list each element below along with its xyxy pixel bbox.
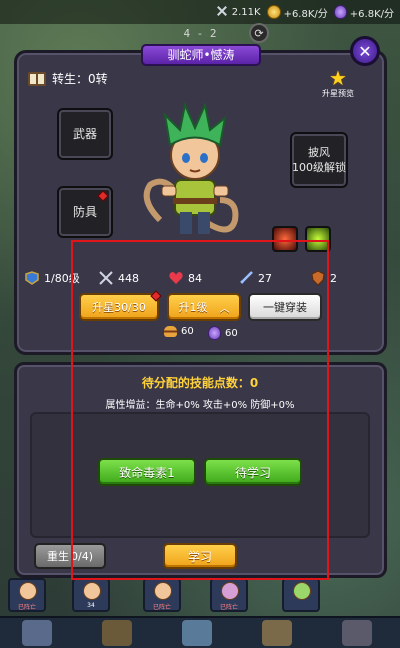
reset-count: 0/4) [71,549,93,563]
skill-points-label: 待分配的技能点数： [141,376,250,390]
hero-card[interactable]: 已阵亡 [210,578,248,612]
stat-hp: 84 [168,270,202,286]
star-up-label: 升星30/30 [92,301,146,314]
hero-avatar [293,582,311,600]
stat-defense-value: 2 [330,271,337,285]
potion-icon [333,5,347,19]
hero-title: 驯蛇师•憾涛 [141,44,261,66]
stat-level-value: 1/80级 [44,272,80,285]
star-icon: ★ [329,66,347,90]
nav-settings-icon[interactable] [342,620,372,646]
skill-slot-area [30,412,370,538]
hero-card-label: 34 [87,602,95,609]
hero-card[interactable]: 已阵亡 [8,578,46,612]
resource-potion-rate: +6.8K/分 [349,8,394,20]
nav-bag-icon[interactable] [102,620,132,646]
hero-avatar [154,582,172,600]
star-preview-button[interactable]: ★ 升星预览 [318,68,358,99]
learn-label: 学习 [187,549,212,564]
hero-card-label: 已阵亡 [152,604,171,611]
hero-avatar [19,582,37,600]
book-icon [28,71,46,86]
rebirth-info: 转生： 0转 [28,70,108,87]
notification-dot [97,190,109,202]
skill-points: 待分配的技能点数：0 [0,374,400,391]
stat-hp-value: 84 [188,271,202,285]
stat-attack-power-value: 448 [118,271,139,285]
skill-points-value: 0 [249,376,259,390]
heart-icon [169,272,183,284]
chevron-up-icon: ︿ [219,303,230,315]
one-key-equip-button[interactable]: 一键穿装 [248,293,322,321]
cloak-name: 披风 [308,146,330,159]
resource-gold-rate: +6.8K/分 [283,8,328,20]
stat-attack-value: 27 [258,271,272,285]
star-up-button[interactable]: 升星30/30 [79,290,162,321]
sword-icon [240,271,253,284]
potion-icon [208,326,221,340]
cost-burger: 60 [164,326,194,337]
armor-slot-label: 防具 [72,204,97,219]
rebirth-label: 转生： [52,72,89,86]
skill-deadly-poison-button[interactable]: 致命毒素1 [98,458,196,486]
hero-avatar [221,582,239,600]
burger-icon [164,326,177,337]
level-badge-icon [25,271,39,285]
hero-card-label: 已阵亡 [17,604,36,611]
weapon-slot[interactable]: 武器 [57,108,113,160]
hero-card[interactable] [282,578,320,612]
star-preview-label: 升星预览 [322,89,354,98]
weapon-slot-label: 武器 [72,126,97,141]
resource-potion: +6.8K/分 [333,5,394,20]
close-button[interactable]: ✕ [350,36,380,66]
skill-fire-icon[interactable] [272,226,298,252]
resource-swords: 2.11K [215,5,261,19]
one-key-equip-label: 一键穿装 [263,301,307,314]
stat-defense: 2 [310,270,337,286]
cloak-slot-label: 披风 100级解锁 [292,145,346,175]
stat-level: 1/80级 [24,270,80,286]
gold-coin-icon [266,5,281,19]
crossed-swords-icon [215,5,229,19]
hero-avatar [83,582,101,600]
nav-shop-icon[interactable] [262,620,292,646]
hero-card[interactable]: 已阵亡 [143,578,181,612]
hero-card[interactable]: 34 [72,578,110,612]
hero-character-image [143,101,239,234]
cost-potion-value: 60 [225,327,238,339]
shield-icon [311,270,325,286]
level-up-label: 升1级 [178,301,208,314]
stat-attack: 27 [238,270,272,286]
cloak-unlock: 100级解锁 [292,161,346,174]
attribute-bonus: 属性增益：生命+0% 攻击+0% 防御+0% [105,400,295,411]
nav-hero-icon[interactable] [182,620,212,646]
resource-bar: 2.11K +6.8K/分 +6.8K/分 [0,0,400,24]
skill-poison-icon[interactable] [305,226,331,252]
cost-burger-value: 60 [181,326,194,337]
skill-deadly-poison-label: 致命毒素1 [119,465,175,480]
resource-gold: +6.8K/分 [266,5,328,20]
hero-stats: 1/80级 448 84 27 2 [24,270,376,288]
level-up-button[interactable]: 升1级 ︿ [167,293,241,321]
refresh-icon[interactable]: ⟳ [249,23,269,43]
cost-potion: 60 [208,326,238,340]
reset-button[interactable]: 重生 0/4) [34,543,106,569]
stage-label: 4 - 2 [183,27,217,40]
armor-slot[interactable]: 防具 [57,186,113,238]
nav-home-icon[interactable] [22,620,52,646]
stat-attack-power: 448 [98,270,139,286]
skill-pending-label: 待学习 [234,465,271,480]
hero-card-label: 已阵亡 [219,604,238,611]
rebirth-value: 0转 [88,72,108,86]
reset-label: 重生 [47,550,69,563]
resource-swords-value: 2.11K [231,6,261,18]
crossed-swords-icon [99,271,113,285]
learn-button[interactable]: 学习 [163,543,237,569]
skill-pending-button[interactable]: 待学习 [204,458,302,486]
cloak-slot[interactable]: 披风 100级解锁 [290,132,348,188]
